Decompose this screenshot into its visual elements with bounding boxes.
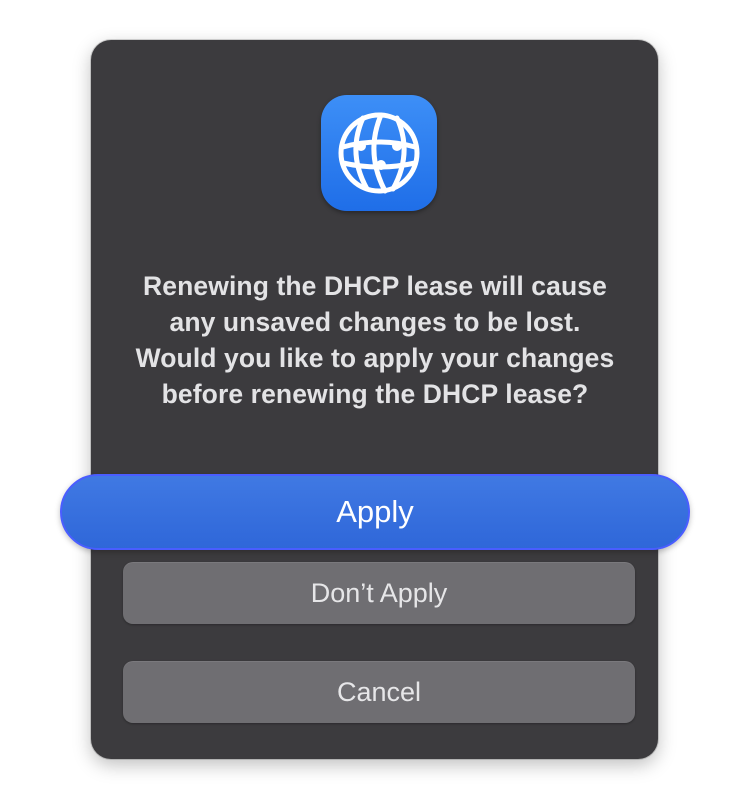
globe-icon — [338, 112, 420, 194]
dont-apply-button[interactable]: Don’t Apply — [123, 562, 635, 624]
alert-message: Renewing the DHCP lease will cause any u… — [135, 271, 615, 409]
apply-button[interactable]: Apply — [60, 474, 690, 550]
cancel-button[interactable]: Cancel — [123, 661, 635, 723]
network-globe-icon — [321, 95, 437, 211]
